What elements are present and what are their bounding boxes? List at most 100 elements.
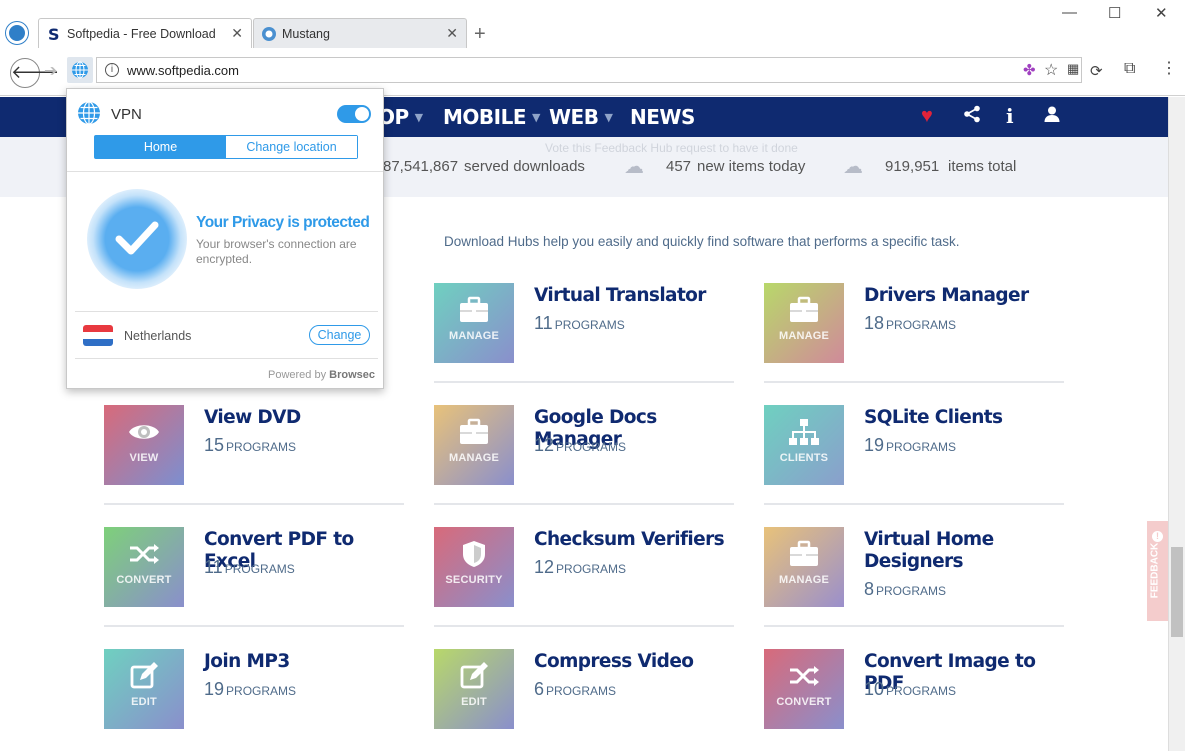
row-divider (104, 625, 404, 627)
tab-home[interactable]: Home (95, 136, 226, 158)
divider (75, 358, 378, 359)
powered-by: Powered by Browsec (267, 369, 375, 381)
menu-dots-icon[interactable]: ⋮ (1161, 58, 1177, 78)
hub-tile[interactable]: EDIT (104, 649, 184, 729)
hub-card[interactable]: VIEW View DVD 15 PROGRAMS (104, 405, 404, 505)
row-divider (434, 503, 734, 505)
programs-word: PROGRAMS (886, 440, 957, 454)
bookmark-star-icon[interactable]: ☆ (1044, 60, 1058, 80)
privacy-status-text: Your browser's connection are encrypted. (196, 237, 357, 266)
new-items-value: 457 (666, 158, 692, 175)
tab-title: Softpedia - Free Downloads Enc (67, 27, 215, 41)
tab-softpedia[interactable]: S Softpedia - Free Downloads Enc ✕ (38, 18, 252, 48)
change-location-button[interactable]: Change (309, 325, 370, 345)
hub-title[interactable]: Compress Video (534, 651, 734, 673)
hub-card[interactable]: EDIT Join MP3 19 PROGRAMS (104, 649, 404, 749)
row-divider (104, 503, 404, 505)
minimize-icon[interactable]: — (1062, 4, 1077, 21)
hub-count: 15 PROGRAMS (204, 435, 296, 456)
heart-icon[interactable]: ♥ (921, 105, 933, 128)
hub-title[interactable]: SQLite Clients (864, 407, 1064, 429)
vpn-extension-button[interactable] (67, 57, 93, 83)
feedback-tab[interactable]: ! FEEDBACK (1147, 521, 1168, 621)
hub-tile[interactable]: VIEW (104, 405, 184, 485)
hub-card[interactable]: CONVERT Convert Image to PDF 10 PROGRAMS (764, 649, 1064, 749)
hub-title[interactable]: Virtual Translator (534, 285, 734, 307)
country-name: Netherlands (124, 329, 192, 343)
url-text[interactable]: www.softpedia.com (127, 63, 239, 78)
hub-tag: MANAGE (778, 574, 830, 586)
nav-mobile[interactable]: MOBILE ▼ (443, 105, 540, 129)
new-items-label: new items today (697, 158, 806, 175)
address-bar[interactable]: i www.softpedia.com ✤ ☆ ▦ (96, 57, 1082, 83)
hub-count: 8 PROGRAMS (864, 579, 946, 600)
scrollbar-thumb[interactable] (1171, 547, 1183, 637)
vpn-toggle[interactable] (337, 105, 371, 123)
hub-title[interactable]: Join MP3 (204, 651, 404, 673)
shield-icon (434, 539, 514, 569)
nav-web[interactable]: WEB ▼ (549, 105, 613, 129)
hub-card[interactable]: MANAGE Virtual Translator 11 PROGRAMS (434, 283, 734, 383)
hub-card[interactable]: CLIENTS SQLite Clients 19 PROGRAMS (764, 405, 1064, 505)
hub-card[interactable]: MANAGE Virtual Home Designers 8 PROGRAMS (764, 527, 1064, 627)
hub-card[interactable]: MANAGE Drivers Manager 18 PROGRAMS (764, 283, 1064, 383)
new-tab-icon[interactable]: + (474, 23, 486, 46)
hub-tag: CONVERT (776, 696, 832, 708)
hub-tag: CLIENTS (779, 452, 829, 464)
chevron-down-icon: ▼ (532, 111, 540, 124)
tab-close-icon[interactable]: ✕ (231, 25, 243, 42)
hub-card[interactable]: SECURITY Checksum Verifiers 12 PROGRAMS (434, 527, 734, 627)
row-divider (764, 381, 1064, 383)
hub-tile[interactable]: MANAGE (434, 405, 514, 485)
forward-arrow-icon[interactable]: ➔ (44, 61, 57, 81)
hub-title[interactable]: View DVD (204, 407, 404, 429)
brand-name[interactable]: Browsec (329, 369, 375, 381)
hub-tile[interactable]: SECURITY (434, 527, 514, 607)
hub-count-value: 19 (864, 435, 885, 455)
programs-word: PROGRAMS (224, 562, 295, 576)
close-window-icon[interactable]: ✕ (1155, 4, 1168, 22)
hub-tile[interactable]: CONVERT (104, 527, 184, 607)
vertical-scrollbar[interactable] (1168, 97, 1185, 751)
hub-tile[interactable]: EDIT (434, 649, 514, 729)
hub-count: 19 PROGRAMS (864, 435, 956, 456)
reload-icon[interactable]: ⟳ (1090, 62, 1103, 80)
hub-count-value: 19 (204, 679, 225, 699)
site-info-icon[interactable]: i (105, 63, 119, 77)
hub-tile[interactable]: MANAGE (434, 283, 514, 363)
hub-title[interactable]: Virtual Home Designers (864, 529, 1064, 573)
hub-count: 12 PROGRAMS (534, 435, 626, 456)
globe-icon (78, 101, 100, 125)
maximize-icon[interactable]: ☐ (1108, 4, 1121, 22)
qr-grid-icon[interactable]: ▦ (1067, 61, 1079, 77)
hub-count-value: 10 (864, 679, 885, 699)
share-icon[interactable] (963, 105, 981, 129)
nav-news[interactable]: NEWS (630, 105, 695, 129)
nav-desktop[interactable]: OP ▼ (378, 105, 423, 129)
hub-tile[interactable]: CONVERT (764, 649, 844, 729)
programs-word: PROGRAMS (226, 440, 297, 454)
hub-tile[interactable]: CLIENTS (764, 405, 844, 485)
protected-checkmark-icon (87, 189, 187, 289)
tab-change-location[interactable]: Change location (226, 136, 357, 158)
hub-count: 11 PROGRAMS (534, 313, 625, 334)
extension-icon[interactable]: ✤ (1023, 61, 1036, 79)
hub-tile[interactable]: MANAGE (764, 283, 844, 363)
crop-icon[interactable]: ⧉ (1124, 60, 1135, 78)
divider (75, 311, 378, 312)
user-icon[interactable] (1043, 105, 1061, 128)
tab-close-icon[interactable]: ✕ (446, 25, 458, 42)
hub-card[interactable]: EDIT Compress Video 6 PROGRAMS (434, 649, 734, 749)
hub-tag: SECURITY (445, 574, 503, 586)
tab-mustang[interactable]: Mustang ✕ (253, 18, 467, 48)
hub-tile[interactable]: MANAGE (764, 527, 844, 607)
row-divider (764, 503, 1064, 505)
hub-title[interactable]: Checksum Verifiers (534, 529, 734, 551)
hub-title[interactable]: Drivers Manager (864, 285, 1064, 307)
browser-logo-icon (6, 22, 28, 44)
total-items-label: items total (948, 158, 1017, 175)
hub-card[interactable]: MANAGE Google Docs Manager 12 PROGRAMS (434, 405, 734, 505)
info-icon[interactable]: i (1006, 104, 1014, 128)
hub-card[interactable]: CONVERT Convert PDF to Excel 11 PROGRAMS (104, 527, 404, 627)
back-arrow-icon[interactable]: 🡐 (10, 58, 59, 88)
